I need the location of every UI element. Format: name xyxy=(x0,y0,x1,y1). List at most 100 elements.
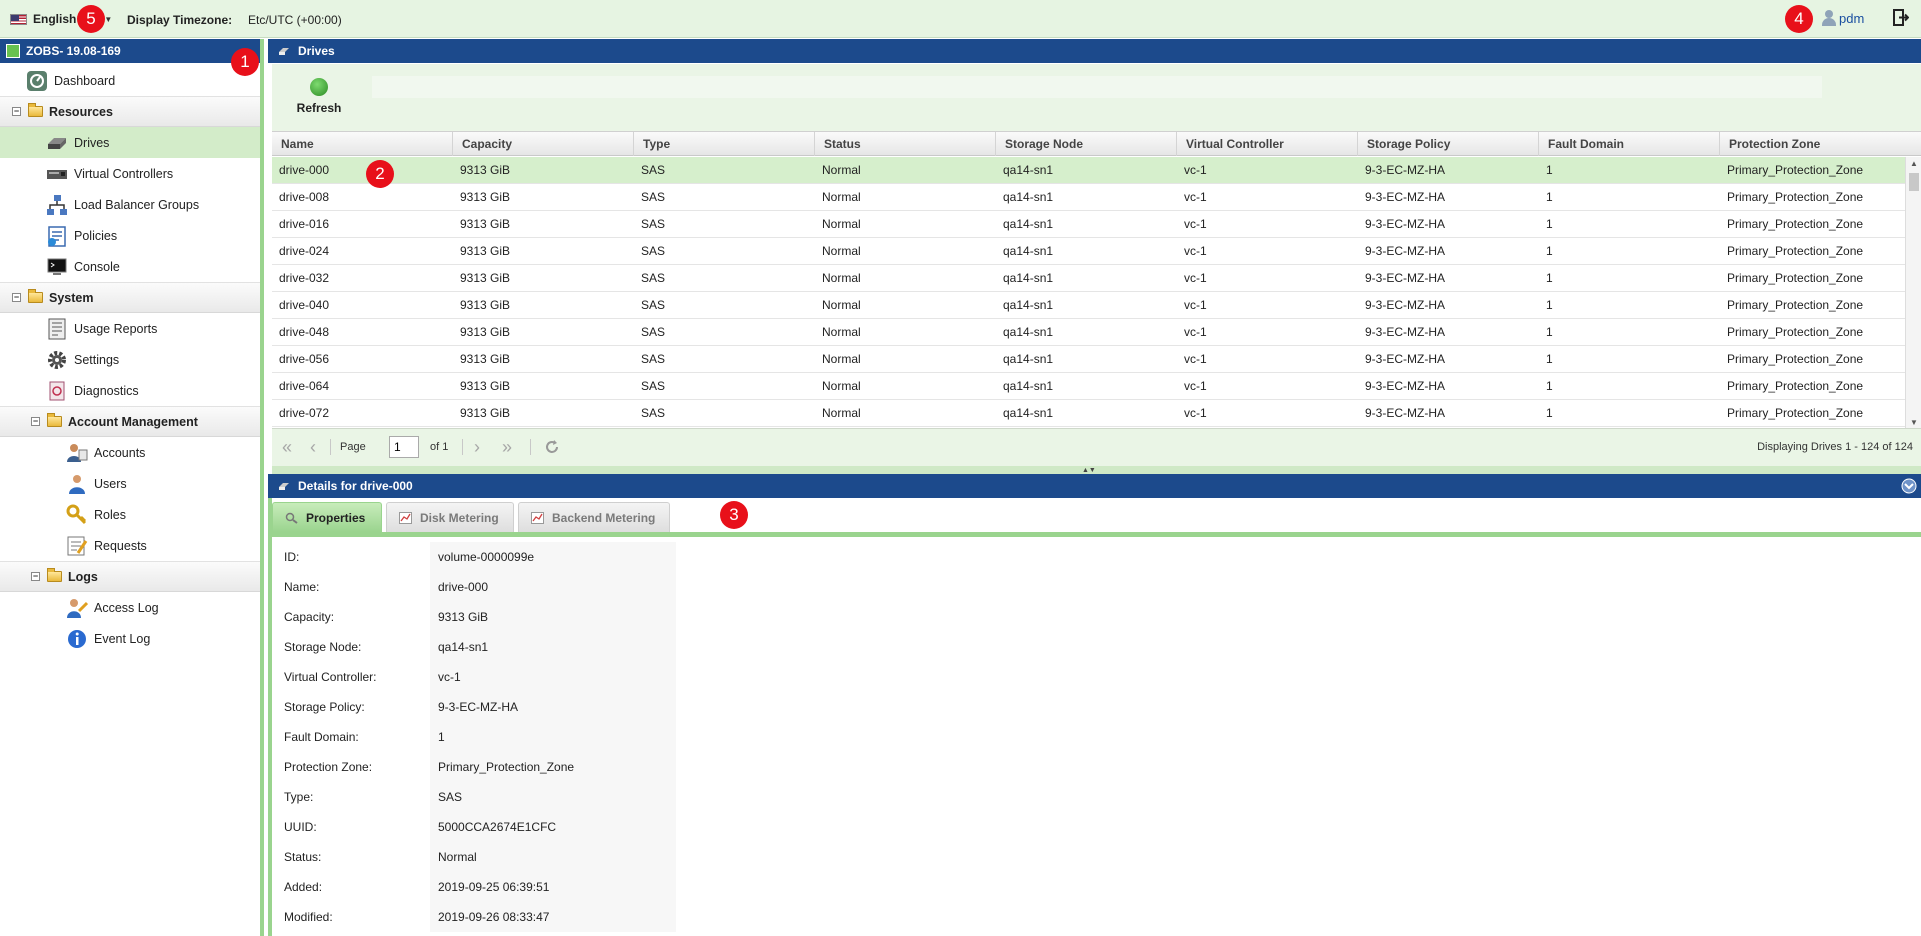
sidebar-item-virtual-controllers[interactable]: Virtual Controllers xyxy=(0,158,260,189)
sidebar-item-roles[interactable]: Roles xyxy=(0,499,260,530)
sidebar-item-event-log[interactable]: Event Log xyxy=(0,623,260,654)
info-icon xyxy=(66,628,88,650)
collapse-toggle-icon[interactable]: − xyxy=(12,107,21,116)
property-label: Storage Node: xyxy=(276,632,430,662)
cell-type: SAS xyxy=(641,217,666,231)
sidebar-group-logs[interactable]: − Logs xyxy=(0,561,260,592)
sidebar-group-resources[interactable]: − Resources xyxy=(0,96,260,127)
details-border xyxy=(268,498,272,936)
collapse-toggle-icon[interactable]: − xyxy=(12,293,21,302)
pager-separator xyxy=(462,439,463,455)
cell-virtual-controller: vc-1 xyxy=(1184,217,1207,231)
next-page-icon[interactable]: › xyxy=(474,438,480,456)
scrollbar-thumb[interactable] xyxy=(1909,173,1919,191)
cell-fault-domain: 1 xyxy=(1546,163,1553,177)
collapse-toggle-icon[interactable]: − xyxy=(31,572,40,581)
network-icon xyxy=(46,194,68,216)
sidebar-item-label: Access Log xyxy=(94,600,159,615)
column-header-storage-node[interactable]: Storage Node xyxy=(996,132,1177,156)
refresh-button[interactable]: Refresh xyxy=(284,78,354,124)
sidebar-item-usage-reports[interactable]: Usage Reports xyxy=(0,313,260,344)
table-row[interactable]: drive-032 9313 GiB SAS Normal qa14-sn1 vc-1 9-… xyxy=(272,265,1905,292)
property-label: Protection Zone: xyxy=(276,752,430,782)
panel-splitter[interactable]: ▲▼ xyxy=(272,466,1921,474)
collapse-panel-icon[interactable] xyxy=(1901,478,1917,494)
main-content: Drives Refresh Name Capacity Type Status… xyxy=(268,39,1921,936)
tab-properties[interactable]: Properties xyxy=(272,502,382,532)
sidebar-item-console[interactable]: Console xyxy=(0,251,260,282)
sidebar-item-policies[interactable]: Policies xyxy=(0,220,260,251)
pager-separator xyxy=(530,439,531,455)
sidebar-item-dashboard[interactable]: Dashboard xyxy=(0,65,260,96)
table-row[interactable]: drive-008 9313 GiB SAS Normal qa14-sn1 vc-1 9-… xyxy=(272,184,1905,211)
scroll-down-icon[interactable]: ▼ xyxy=(1910,418,1918,427)
tab-disk-metering[interactable]: Disk Metering xyxy=(386,502,514,532)
table-row[interactable]: drive-016 9313 GiB SAS Normal qa14-sn1 vc-1 9-… xyxy=(272,211,1905,238)
cell-storage-policy: 9-3-EC-MZ-HA xyxy=(1365,163,1445,177)
table-row[interactable]: drive-072 9313 GiB SAS Normal qa14-sn1 vc-1 9-… xyxy=(272,400,1905,427)
grid-pager: « ‹ Page of 1 › » Displaying Drives 1 - … xyxy=(272,428,1921,466)
table-row[interactable]: drive-040 9313 GiB SAS Normal qa14-sn1 vc-1 9-… xyxy=(272,292,1905,319)
cell-storage-node: qa14-sn1 xyxy=(1003,163,1054,177)
sidebar-item-requests[interactable]: Requests xyxy=(0,530,260,561)
logout-icon[interactable] xyxy=(1893,9,1909,26)
sidebar-item-drives[interactable]: Drives xyxy=(0,127,260,158)
cell-protection-zone: Primary_Protection_Zone xyxy=(1727,244,1864,258)
scroll-up-icon[interactable]: ▲ xyxy=(1910,159,1918,168)
column-header-type[interactable]: Type xyxy=(634,132,815,156)
cell-type: SAS xyxy=(641,325,666,339)
cell-capacity: 9313 GiB xyxy=(460,325,511,339)
cell-storage-policy: 9-3-EC-MZ-HA xyxy=(1365,271,1445,285)
tab-backend-metering[interactable]: Backend Metering xyxy=(518,502,670,532)
column-header-storage-policy[interactable]: Storage Policy xyxy=(1358,132,1539,156)
refresh-icon[interactable] xyxy=(544,439,560,455)
collapse-toggle-icon[interactable]: − xyxy=(31,417,40,426)
sidebar-item-label: Roles xyxy=(94,507,126,522)
chevron-down-icon[interactable]: ▼ xyxy=(104,15,112,24)
cell-fault-domain: 1 xyxy=(1546,406,1553,420)
sidebar-item-access-log[interactable]: Access Log xyxy=(0,592,260,623)
sidebar-item-settings[interactable]: Settings xyxy=(0,344,260,375)
previous-page-icon[interactable]: ‹ xyxy=(310,438,316,456)
table-row[interactable]: drive-048 9313 GiB SAS Normal qa14-sn1 vc-1 9-… xyxy=(272,319,1905,346)
user-menu[interactable]: pdm xyxy=(1822,10,1864,26)
table-row[interactable]: drive-056 9313 GiB SAS Normal qa14-sn1 vc-1 9-… xyxy=(272,346,1905,373)
property-value: drive-000 xyxy=(430,572,676,602)
property-row: Modified: 2019-09-26 08:33:47 xyxy=(276,902,676,932)
sidebar-item-accounts[interactable]: Accounts xyxy=(0,437,260,468)
column-header-status[interactable]: Status xyxy=(815,132,996,156)
sidebar-group-account-management[interactable]: − Account Management xyxy=(0,406,260,437)
table-row[interactable]: drive-064 9313 GiB SAS Normal qa14-sn1 vc-1 9-… xyxy=(272,373,1905,400)
column-header-name[interactable]: Name xyxy=(272,132,453,156)
page-number-input[interactable] xyxy=(389,436,419,458)
cell-storage-policy: 9-3-EC-MZ-HA xyxy=(1365,190,1445,204)
sidebar-group-system[interactable]: − System xyxy=(0,282,260,313)
table-row[interactable]: drive-024 9313 GiB SAS Normal qa14-sn1 vc-1 9-… xyxy=(272,238,1905,265)
us-flag-icon xyxy=(10,13,27,25)
sidebar-item-diagnostics[interactable]: Diagnostics xyxy=(0,375,260,406)
property-value: 5000CCA2674E1CFC xyxy=(430,812,676,842)
annotation-badge-4: 4 xyxy=(1785,5,1813,33)
cell-name: drive-072 xyxy=(279,406,330,420)
grid-vertical-scrollbar[interactable]: ▲ ▼ xyxy=(1905,157,1921,429)
drives-toolbar: Refresh xyxy=(272,64,1921,131)
sidebar-item-label: Diagnostics xyxy=(74,383,139,398)
last-page-icon[interactable]: » xyxy=(502,438,512,456)
column-header-fault-domain[interactable]: Fault Domain xyxy=(1539,132,1720,156)
table-row[interactable]: drive-000 9313 GiB SAS Normal qa14-sn1 vc-1 9-… xyxy=(272,157,1905,184)
column-header-virtual-controller[interactable]: Virtual Controller xyxy=(1177,132,1358,156)
dashboard-icon xyxy=(26,70,48,92)
cell-storage-node: qa14-sn1 xyxy=(1003,271,1054,285)
sidebar-item-load-balancer-groups[interactable]: Load Balancer Groups xyxy=(0,189,260,220)
sidebar-item-users[interactable]: Users xyxy=(0,468,260,499)
cell-type: SAS xyxy=(641,298,666,312)
first-page-icon[interactable]: « xyxy=(282,438,292,456)
property-label: Storage Policy: xyxy=(276,692,430,722)
column-header-protection-zone[interactable]: Protection Zone xyxy=(1720,132,1921,156)
user-name[interactable]: pdm xyxy=(1839,11,1864,26)
property-row: Name: drive-000 xyxy=(276,572,676,602)
timezone-value[interactable]: Etc/UTC (+00:00) xyxy=(248,13,342,27)
splitter-grip-icon[interactable]: ▲▼ xyxy=(1082,467,1096,474)
column-header-capacity[interactable]: Capacity xyxy=(453,132,634,156)
folder-icon xyxy=(28,289,43,303)
